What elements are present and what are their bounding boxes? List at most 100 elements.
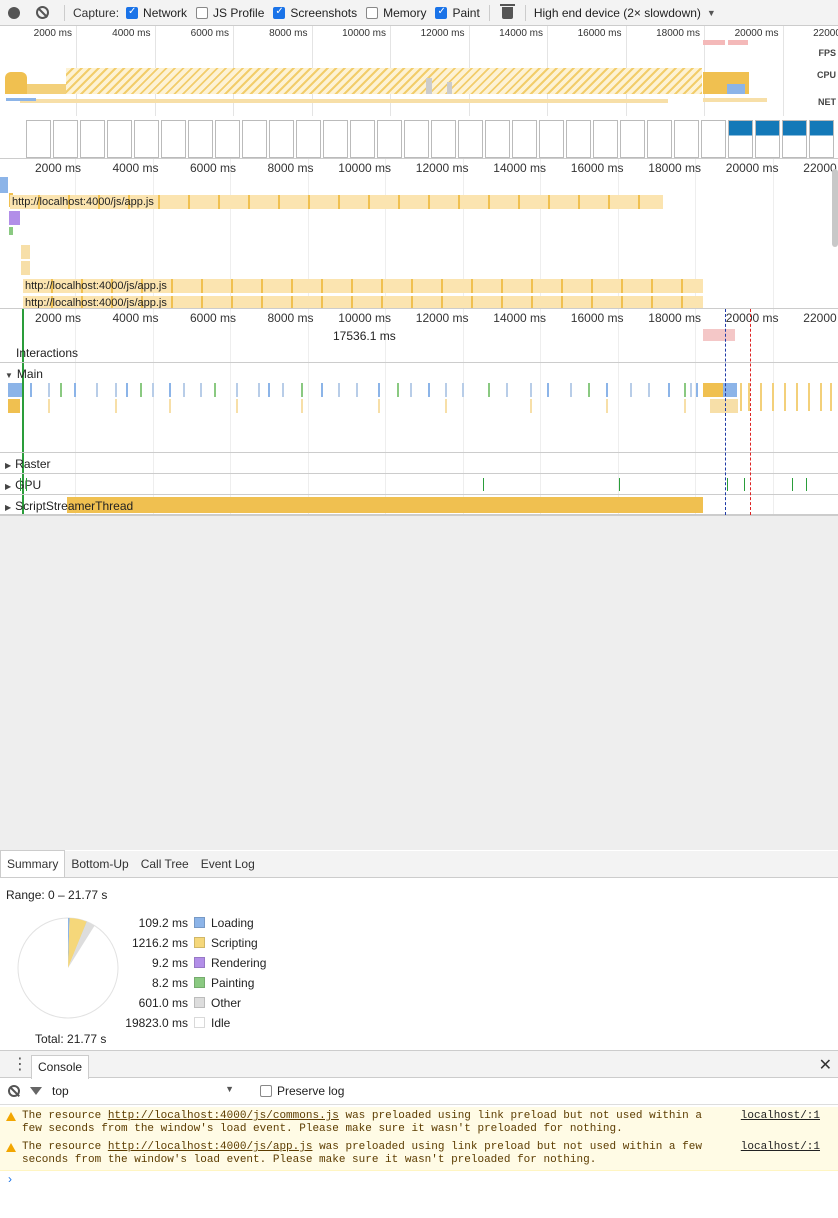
task-tick[interactable]	[282, 383, 284, 397]
task-tick[interactable]	[428, 383, 430, 397]
task-block[interactable]	[710, 399, 738, 413]
context-select[interactable]: top ▼	[52, 1084, 248, 1098]
timeline-overview[interactable]: 2000 ms 4000 ms 6000 ms 8000 ms 10000 ms 1200…	[0, 26, 838, 159]
screenshot-thumbnail[interactable]	[323, 120, 348, 158]
request-bar-app-js-3[interactable]: http://localhost:4000/js/app.js	[23, 296, 703, 308]
screenshot-thumbnail[interactable]	[566, 120, 591, 158]
task-tick[interactable]	[462, 383, 464, 397]
gpu-event[interactable]	[727, 478, 728, 491]
tab-summary[interactable]: Summary	[0, 850, 66, 877]
paint-checkbox[interactable]: Paint	[435, 6, 480, 20]
task-tick[interactable]	[152, 383, 154, 397]
task-tick[interactable]	[530, 383, 532, 397]
task-tick[interactable]	[696, 383, 698, 397]
task-tick[interactable]	[115, 383, 117, 397]
request-bar[interactable]	[0, 177, 8, 193]
gpu-event[interactable]	[20, 478, 21, 491]
task-tick[interactable]	[830, 383, 832, 411]
screenshot-thumbnail[interactable]	[647, 120, 672, 158]
gpu-event[interactable]	[26, 478, 27, 491]
task-tick[interactable]	[547, 383, 549, 397]
tab-bottom-up[interactable]: Bottom-Up	[65, 851, 134, 877]
task-block[interactable]	[703, 383, 723, 397]
main-thread-track[interactable]: ▼ Main	[0, 362, 838, 452]
task-tick[interactable]	[570, 383, 572, 397]
task-tick[interactable]	[588, 383, 590, 397]
gpu-event[interactable]	[744, 478, 745, 491]
screenshot-thumbnail[interactable]	[782, 120, 807, 158]
screenshot-thumbnail[interactable]	[161, 120, 186, 158]
gpu-track[interactable]: ▶ GPU	[0, 473, 838, 494]
task-tick[interactable]	[236, 399, 238, 413]
screenshot-thumbnail[interactable]	[512, 120, 537, 158]
task-tick[interactable]	[301, 399, 303, 413]
screenshot-thumbnail[interactable]	[620, 120, 645, 158]
network-flame-chart[interactable]: 2000 ms 4000 ms 6000 ms 8000 ms 10000 ms 1200…	[0, 159, 838, 309]
task-tick[interactable]	[48, 383, 50, 397]
task-tick[interactable]	[648, 383, 650, 397]
task-tick[interactable]	[668, 383, 670, 397]
raster-track-header[interactable]: ▶ Raster	[0, 457, 51, 471]
screenshot-thumbnail[interactable]	[728, 120, 753, 158]
warning-source-link[interactable]: localhost/:1	[741, 1110, 820, 1123]
task-tick[interactable]	[606, 383, 608, 397]
tab-event-log[interactable]: Event Log	[195, 851, 261, 877]
task-tick[interactable]	[772, 383, 774, 411]
warning-link[interactable]: http://localhost:4000/js/app.js	[108, 1141, 313, 1153]
cpu-throttling-select[interactable]: High end device (2× slowdown) ▼	[534, 6, 716, 20]
raster-track[interactable]: ▶ Raster	[0, 452, 838, 473]
task-tick[interactable]	[258, 383, 260, 397]
task-tick[interactable]	[684, 383, 686, 397]
request-bar[interactable]	[9, 211, 20, 225]
gpu-event[interactable]	[792, 478, 793, 491]
task-tick[interactable]	[301, 383, 303, 397]
task-tick[interactable]	[378, 399, 380, 413]
task-tick[interactable]	[530, 399, 532, 413]
screenshot-thumbnail[interactable]	[404, 120, 429, 158]
tab-console[interactable]: Console	[31, 1055, 90, 1079]
streamer-track-header[interactable]: ▶ ScriptStreamerThread	[0, 499, 133, 513]
screenshot-thumbnail[interactable]	[755, 120, 780, 158]
screenshot-thumbnail[interactable]	[107, 120, 132, 158]
preserve-log-checkbox[interactable]: Preserve log	[260, 1084, 344, 1098]
more-tools-icon[interactable]	[12, 1057, 15, 1071]
js-profile-checkbox[interactable]: JS Profile	[196, 6, 264, 20]
clear-button[interactable]	[36, 5, 50, 20]
record-button[interactable]	[8, 6, 22, 20]
task-tick[interactable]	[338, 383, 340, 397]
request-bar-app-js[interactable]: http://localhost:4000/js/app.js	[10, 195, 663, 209]
task-tick[interactable]	[740, 383, 742, 411]
task-tick[interactable]	[630, 383, 632, 397]
screenshot-thumbnail[interactable]	[431, 120, 456, 158]
task-tick[interactable]	[397, 383, 399, 397]
task-tick[interactable]	[760, 383, 762, 411]
task-tick[interactable]	[784, 383, 786, 411]
task-tick[interactable]	[96, 383, 98, 397]
task-tick[interactable]	[74, 383, 76, 397]
screenshot-thumbnail[interactable]	[26, 120, 51, 158]
screenshot-thumbnail[interactable]	[296, 120, 321, 158]
task-tick[interactable]	[445, 383, 447, 397]
screenshot-thumbnail[interactable]	[242, 120, 267, 158]
task-tick[interactable]	[606, 399, 608, 413]
close-icon[interactable]: ✕	[819, 1055, 832, 1074]
tab-call-tree[interactable]: Call Tree	[135, 851, 195, 877]
task-tick[interactable]	[236, 383, 238, 397]
screenshot-thumbnail[interactable]	[53, 120, 78, 158]
screenshot-thumbnail[interactable]	[215, 120, 240, 158]
task-tick[interactable]	[796, 383, 798, 411]
main-track-header[interactable]: ▼ Main	[0, 367, 43, 381]
task-tick[interactable]	[30, 383, 32, 397]
task-tick[interactable]	[60, 383, 62, 397]
task-tick[interactable]	[200, 383, 202, 397]
console-prompt[interactable]: ›	[8, 1172, 12, 1186]
task-tick[interactable]	[445, 399, 447, 413]
task-tick[interactable]	[488, 383, 490, 397]
screenshot-thumbnail[interactable]	[80, 120, 105, 158]
screenshot-thumbnail[interactable]	[539, 120, 564, 158]
task-block[interactable]	[8, 399, 20, 413]
screenshot-thumbnail[interactable]	[701, 120, 726, 158]
task-tick[interactable]	[506, 383, 508, 397]
warning-link[interactable]: http://localhost:4000/js/commons.js	[108, 1110, 339, 1122]
request-bar[interactable]	[21, 245, 30, 259]
